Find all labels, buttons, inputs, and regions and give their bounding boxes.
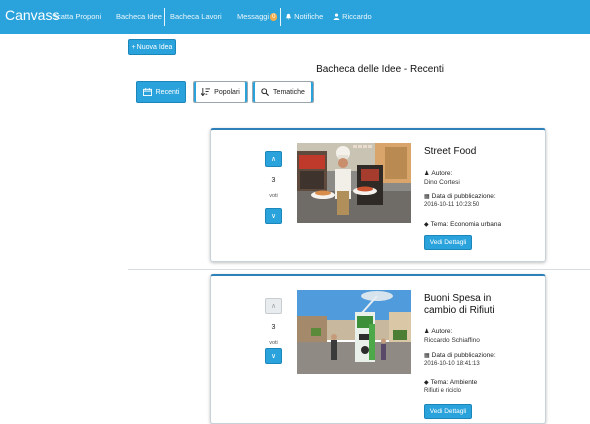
tab-tematiche[interactable]: Tematiche — [252, 81, 314, 103]
upvote-button[interactable]: ∧ — [265, 151, 282, 167]
calendar-icon: ▦ — [424, 194, 430, 200]
tab-popolari-label: Popolari — [214, 88, 240, 96]
tag-icon: ◆ — [424, 222, 429, 228]
new-idea-button[interactable]: + Nuova Idea — [128, 39, 176, 55]
view-details-button[interactable]: Vedi Dettagli — [424, 404, 472, 419]
nav-notifiche-label: Notifiche — [294, 12, 324, 21]
view-details-button[interactable]: Vedi Dettagli — [424, 235, 472, 250]
vote-label: voti — [269, 340, 278, 346]
tag-icon: ◆ — [424, 380, 429, 386]
nav-user-label: Riccardo — [342, 12, 372, 21]
user-icon — [333, 13, 340, 20]
idea-title[interactable]: Buoni Spesa in cambio di Rifiuti — [424, 293, 514, 317]
author-label: ♟ Autore: — [424, 170, 452, 177]
idea-card: ∧ 3 voti ∨ Buoni Spesa in cambio di Rifi… — [210, 274, 546, 424]
idea-photo[interactable] — [297, 143, 411, 223]
published-label: ▦ Data di pubblicazione: — [424, 352, 496, 359]
downvote-button[interactable]: ∨ — [265, 348, 282, 364]
top-navbar: Canvass Scatta Proponi Bacheca Idee Bach… — [0, 0, 590, 34]
calendar-icon — [142, 88, 152, 96]
nav-separator — [280, 8, 281, 26]
user-icon: ♟ — [424, 329, 430, 335]
published-label: ▦ Data di pubblicazione: — [424, 193, 496, 200]
idea-card: ∧ 3 voti ∨ Street Food ♟ Autore: Dino Co… — [210, 128, 546, 262]
author-name: Dino Cortesi — [424, 179, 460, 186]
user-icon: ♟ — [424, 171, 430, 177]
arrow-up-icon: ∧ — [270, 303, 277, 310]
idea-photo[interactable] — [297, 290, 411, 374]
nav-bacheca-lavori[interactable]: Bacheca Lavori — [170, 12, 222, 21]
theme-label-text: Tema: Economia urbana — [430, 221, 502, 228]
nav-bacheca-idee[interactable]: Bacheca Idee — [116, 12, 162, 21]
search-icon — [261, 88, 270, 96]
vote-label: voti — [269, 193, 278, 199]
author-label-text: Autore: — [431, 328, 453, 335]
plus-icon: + — [131, 43, 136, 51]
published-date: 2016-10-11 10:23:50 — [424, 202, 480, 208]
nav-notifiche[interactable]: Notifiche — [285, 12, 323, 21]
page-title: Bacheca delle Idee - Recenti — [316, 64, 444, 75]
sort-icon — [201, 88, 211, 96]
tab-recenti[interactable]: Recenti — [136, 81, 186, 103]
tab-tematiche-label: Tematiche — [273, 88, 305, 96]
tab-popolari[interactable]: Popolari — [193, 81, 248, 103]
recycling-machine-photo — [297, 290, 411, 374]
theme-label-text: Tema: Ambiente — [430, 379, 478, 386]
published-date: 2016-10-10 18:41:13 — [424, 361, 480, 367]
new-idea-label: Nuova Idea — [136, 43, 173, 51]
theme-label: ◆ Tema: Ambiente — [424, 379, 477, 386]
published-label-text: Data di pubblicazione: — [431, 193, 496, 200]
nav-scatta-proponi[interactable]: Scatta Proponi — [52, 12, 101, 21]
arrow-up-icon: ∧ — [270, 156, 277, 163]
bell-icon — [286, 13, 291, 20]
author-label-text: Autore: — [431, 170, 453, 177]
author-name: Riccardo Schiaffino — [424, 337, 480, 344]
tab-recenti-label: Recenti — [155, 88, 180, 96]
nav-messaggi[interactable]: Messaggi 0 — [237, 12, 278, 21]
arrow-down-icon: ∨ — [270, 353, 277, 360]
street-food-photo — [297, 143, 411, 223]
nav-user-menu[interactable]: Riccardo — [333, 12, 372, 21]
nav-separator — [164, 8, 165, 26]
nav-messaggi-label: Messaggi — [237, 12, 270, 21]
theme-value: Rifiuti e riciclo — [424, 388, 462, 394]
upvote-button[interactable]: ∧ — [265, 298, 282, 314]
vote-count: 3 — [271, 324, 276, 331]
downvote-button[interactable]: ∨ — [265, 208, 282, 224]
author-label: ♟ Autore: — [424, 328, 452, 335]
messages-count-badge: 0 — [270, 13, 278, 21]
vote-count: 3 — [271, 177, 276, 184]
calendar-icon: ▦ — [424, 353, 430, 359]
published-label-text: Data di pubblicazione: — [431, 352, 496, 359]
card-divider — [128, 269, 590, 270]
theme-label: ◆ Tema: Economia urbana — [424, 221, 501, 228]
idea-title[interactable]: Street Food — [424, 146, 476, 158]
arrow-down-icon: ∨ — [270, 213, 277, 220]
